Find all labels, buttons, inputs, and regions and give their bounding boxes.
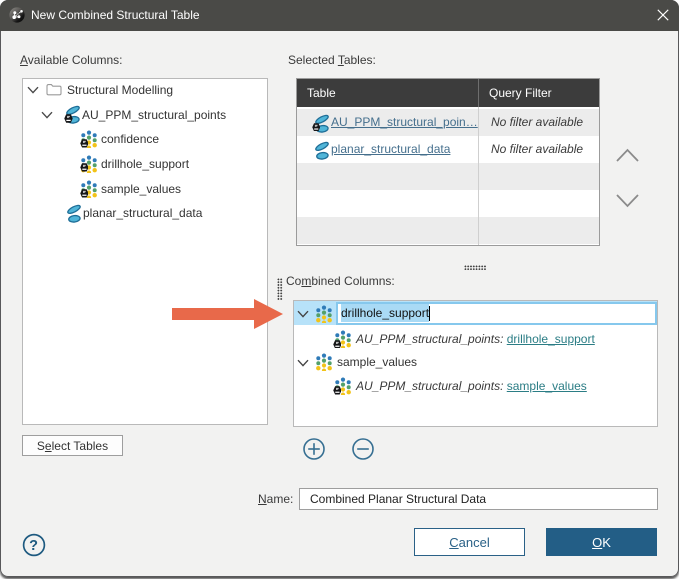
svg-text:?: ? [29,538,38,554]
